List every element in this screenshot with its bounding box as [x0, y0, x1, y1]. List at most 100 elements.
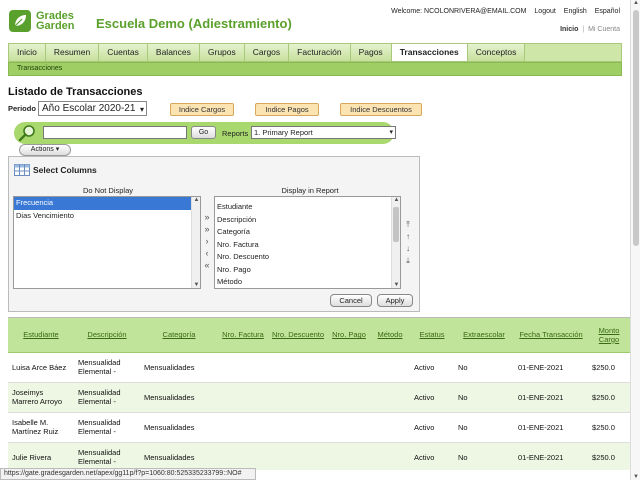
cancel-button[interactable]: Cancel	[330, 294, 372, 307]
logo-text: Grades Garden	[36, 10, 75, 32]
search-icon[interactable]	[18, 124, 36, 142]
nav-separator: |	[582, 26, 585, 33]
move-down-icon[interactable]: ↓	[403, 243, 413, 254]
table-cell	[370, 412, 410, 443]
report-value: 1. Primary Report	[254, 128, 313, 137]
move-bottom-icon[interactable]: ⤓	[403, 255, 413, 266]
scroll-down-icon[interactable]: ▼	[192, 282, 200, 288]
actions-button[interactable]: Actions ▾	[19, 144, 71, 156]
report-table: Estudiante Descripción Categoría Nro. Fa…	[8, 318, 630, 470]
table-cell: Activo	[410, 382, 454, 413]
do-not-display-heading: Do Not Display	[82, 186, 134, 195]
go-button[interactable]: Go	[191, 126, 216, 139]
scrollbar-thumb[interactable]	[633, 10, 639, 246]
indice-pagos-button[interactable]: Indice Pagos	[255, 103, 319, 116]
status-bar-url: https://gate.gradesgarden.net/apex/gg11p…	[0, 468, 256, 480]
do-not-display-list[interactable]: Frecuencia Dias Vencimiento ▲ ▼	[13, 196, 201, 289]
move-all-right-icon[interactable]: »	[202, 212, 212, 223]
tab-pagos[interactable]: Pagos	[350, 44, 392, 61]
reports-select[interactable]: 1. Primary Report ▾	[251, 126, 396, 139]
tab-balances[interactable]: Balances	[147, 44, 200, 61]
table-cell: No	[454, 352, 514, 383]
move-right-icon[interactable]: ›	[202, 236, 212, 247]
col-header[interactable]: Estatus	[410, 318, 454, 353]
col-header[interactable]: Método	[370, 318, 410, 353]
list-item[interactable]: Descripción	[215, 214, 400, 227]
report-table-body: Luisa Arce Báez Mensualidad Elemental - Me…	[8, 352, 630, 470]
tab-inicio[interactable]: Inicio	[9, 44, 46, 61]
logout-link[interactable]: Logout	[534, 8, 555, 15]
search-input[interactable]	[43, 126, 187, 139]
move-left-icon[interactable]: ‹	[202, 248, 212, 259]
scroll-up-icon[interactable]: ▲	[631, 0, 640, 6]
report-table-container: Estudiante Descripción Categoría Nro. Fa…	[8, 317, 630, 470]
table-cell: Activo	[410, 412, 454, 443]
header: Grades Garden Escuela Demo (Adiestramien…	[0, 0, 630, 42]
move-top-icon[interactable]: ⤒	[403, 219, 413, 230]
main-tabs: Inicio Resumen Cuentas Balances Grupos C…	[8, 43, 622, 62]
list-item[interactable]: Método	[215, 276, 400, 288]
col-header[interactable]: Categoría	[140, 318, 218, 353]
espanol-link[interactable]: Español	[595, 8, 620, 15]
grades-garden-logo[interactable]: Grades Garden	[8, 9, 88, 35]
scroll-up-icon[interactable]: ▲	[392, 197, 400, 203]
list-item[interactable]: Estudiante	[215, 201, 400, 214]
scroll-up-icon[interactable]: ▲	[192, 197, 200, 203]
table-cell: Mensualidades	[140, 442, 218, 470]
col-header[interactable]: Monto Cargo	[588, 318, 630, 353]
table-cell	[370, 442, 410, 470]
list-item[interactable]: Nro. Pago	[215, 264, 400, 277]
list-item[interactable]: Nro. Factura	[215, 239, 400, 252]
subtab-bar: Transacciones	[8, 62, 622, 76]
page-scrollbar[interactable]: ▲ ▼	[630, 0, 640, 480]
col-header[interactable]: Descripción	[74, 318, 140, 353]
table-cell: 01-ENE-2021	[514, 412, 588, 443]
tab-cargos[interactable]: Cargos	[244, 44, 290, 61]
list-item[interactable]: Nro. Descuento	[215, 251, 400, 264]
scrollbar-thumb[interactable]	[393, 207, 399, 242]
list-item[interactable]: Frecuencia	[14, 197, 200, 210]
col-header[interactable]: Nro. Descuento	[268, 318, 328, 353]
move-up-icon[interactable]: ↑	[403, 231, 413, 242]
indice-cargos-button[interactable]: Indice Cargos	[170, 103, 234, 116]
actions-label: Actions	[30, 146, 54, 153]
tab-conceptos[interactable]: Conceptos	[467, 44, 526, 61]
table-cell: $250.0	[588, 442, 630, 470]
select-columns-panel: Select Columns Do Not Display Display in…	[8, 156, 420, 312]
list-item[interactable]: Categoría	[215, 226, 400, 239]
col-header[interactable]: Extraescolar	[454, 318, 514, 353]
display-in-report-list[interactable]: Estudiante Descripción Categoría Nro. Fa…	[214, 196, 401, 289]
school-name: Escuela Demo (Adiestramiento)	[96, 16, 292, 31]
table-cell	[268, 412, 328, 443]
indice-descuentos-button[interactable]: Indice Descuentos	[340, 103, 422, 116]
table-row: Julie Rivera Mensualidad Elemental - Mensu…	[8, 442, 630, 470]
list-item[interactable]: Dias Vencimiento	[14, 210, 200, 223]
col-header[interactable]: Estudiante	[8, 318, 74, 353]
subtab-transacciones[interactable]: Transacciones	[9, 63, 621, 75]
scrollbar[interactable]: ▲ ▼	[391, 197, 400, 288]
move-all-left-icon[interactable]: «	[202, 260, 212, 271]
chevron-down-icon: ▾	[55, 146, 60, 153]
english-link[interactable]: English	[564, 8, 587, 15]
scroll-down-icon[interactable]: ▼	[392, 282, 400, 288]
table-row: Joseimys Marrero Arroyo Mensualidad Eleme…	[8, 382, 630, 413]
move-all-right-icon[interactable]: »	[202, 224, 212, 235]
periodo-select[interactable]: Año Escolar 2020-21 ▾	[38, 101, 147, 116]
tab-resumen[interactable]: Resumen	[45, 44, 100, 61]
scroll-down-icon[interactable]: ▼	[631, 474, 640, 480]
account-nav: Inicio | Mi Cuenta	[560, 26, 620, 33]
tab-transacciones[interactable]: Transacciones	[391, 44, 468, 61]
apply-button[interactable]: Apply	[377, 294, 413, 307]
col-header[interactable]: Nro. Factura	[218, 318, 268, 353]
scrollbar[interactable]: ▲ ▼	[191, 197, 200, 288]
tab-cuentas[interactable]: Cuentas	[99, 44, 148, 61]
table-cell: No	[454, 412, 514, 443]
col-header[interactable]: Nro. Pago	[328, 318, 370, 353]
mi-cuenta-link[interactable]: Mi Cuenta	[588, 26, 620, 33]
col-header[interactable]: Fecha Transacción	[514, 318, 588, 353]
tab-grupos[interactable]: Grupos	[199, 44, 245, 61]
tab-facturacion[interactable]: Facturación	[289, 44, 351, 61]
table-cell	[218, 382, 268, 413]
table-cell: Joseimys Marrero Arroyo	[8, 382, 74, 413]
inicio-link[interactable]: Inicio	[560, 26, 578, 33]
